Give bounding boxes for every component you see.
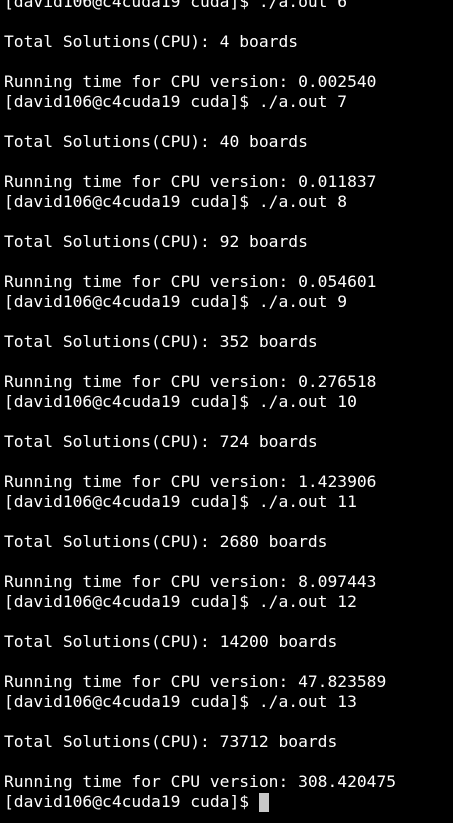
command-line: [david106@c4cuda19 cuda]$ ./a.out 9 xyxy=(4,292,348,311)
command-line: [david106@c4cuda19 cuda]$ ./a.out 12 xyxy=(4,592,357,611)
result-line: Total Solutions(CPU): 92 boards xyxy=(4,232,308,251)
result-line: Total Solutions(CPU): 2680 boards xyxy=(4,532,328,551)
command-line: [david106@c4cuda19 cuda]$ ./a.out 7 xyxy=(4,92,348,111)
result-line: Total Solutions(CPU): 724 boards xyxy=(4,432,318,451)
command-line: [david106@c4cuda19 cuda]$ ./a.out 13 xyxy=(4,692,357,711)
timing-line: Running time for CPU version: 1.423906 xyxy=(4,472,377,491)
result-line: Total Solutions(CPU): 352 boards xyxy=(4,332,318,351)
timing-line: Running time for CPU version: 0.011837 xyxy=(4,172,377,191)
timing-line: Running time for CPU version: 0.002540 xyxy=(4,72,377,91)
command-line: [david106@c4cuda19 cuda]$ ./a.out 6 xyxy=(4,0,348,11)
timing-line: Running time for CPU version: 0.276518 xyxy=(4,372,377,391)
timing-line: Running time for CPU version: 0.054601 xyxy=(4,272,377,291)
result-line: Total Solutions(CPU): 14200 boards xyxy=(4,632,338,651)
timing-line: Running time for CPU version: 47.823589 xyxy=(4,672,387,691)
result-line: Total Solutions(CPU): 73712 boards xyxy=(4,732,338,751)
prompt-line[interactable]: [david106@c4cuda19 cuda]$ xyxy=(4,792,453,812)
terminal-window[interactable]: [david106@c4cuda19 cuda]$ ./a.out 6 Total… xyxy=(0,0,453,823)
terminal-output: [david106@c4cuda19 cuda]$ ./a.out 6 Total… xyxy=(4,0,453,812)
text-cursor xyxy=(259,792,270,812)
result-line: Total Solutions(CPU): 4 boards xyxy=(4,32,299,51)
command-line: [david106@c4cuda19 cuda]$ ./a.out 8 xyxy=(4,192,348,211)
result-line: Total Solutions(CPU): 40 boards xyxy=(4,132,308,151)
command-line: [david106@c4cuda19 cuda]$ ./a.out 10 xyxy=(4,392,357,411)
command-line: [david106@c4cuda19 cuda]$ ./a.out 11 xyxy=(4,492,357,511)
prompt-text: [david106@c4cuda19 cuda]$ xyxy=(4,792,250,811)
timing-line: Running time for CPU version: 8.097443 xyxy=(4,572,377,591)
timing-line: Running time for CPU version: 308.420475 xyxy=(4,772,397,791)
